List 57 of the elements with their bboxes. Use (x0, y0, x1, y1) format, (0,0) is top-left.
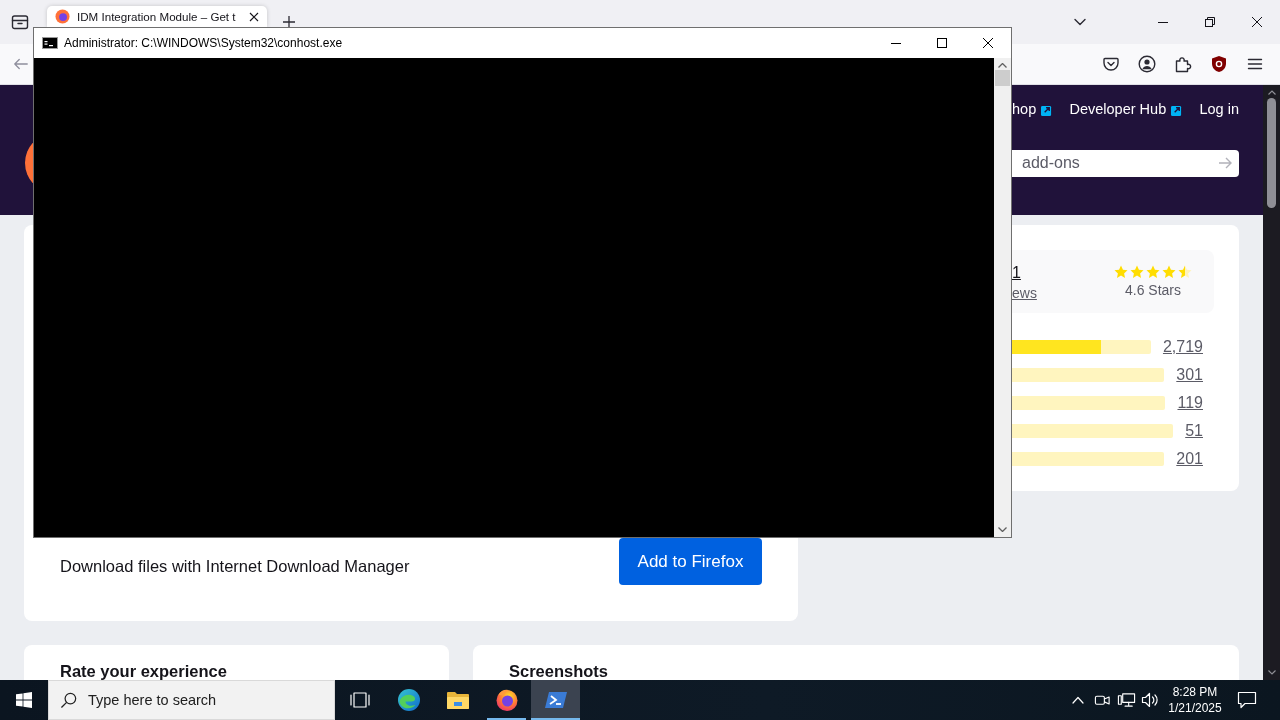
header-link[interactable]: Developer Hub (1069, 99, 1183, 121)
half-star-icon (1178, 264, 1192, 279)
console-icon (42, 37, 58, 49)
plus-icon[interactable] (282, 15, 296, 29)
header-link[interactable]: hop (1012, 99, 1053, 121)
edge-icon (396, 688, 421, 712)
star-icon (1130, 264, 1144, 279)
close-icon[interactable] (1252, 17, 1262, 27)
start-icon[interactable] (16, 692, 32, 708)
browser-tab[interactable]: IDM Integration Module – Get t (47, 6, 267, 27)
folder-icon (445, 690, 470, 710)
puzzle-icon[interactable] (1174, 55, 1192, 73)
close-icon[interactable] (983, 38, 993, 48)
pocket-icon[interactable] (1102, 55, 1120, 73)
section-title: Screenshots (509, 662, 610, 680)
section-title: Rate your experience (60, 662, 228, 680)
maximize-icon[interactable] (937, 38, 947, 48)
shield-icon[interactable] (1210, 55, 1228, 73)
search-field[interactable]: Type here to search (48, 680, 335, 720)
rating-count-link[interactable]: 2,719 (1162, 335, 1203, 359)
star-icon (1114, 264, 1128, 279)
firefox-icon (494, 688, 519, 712)
add-on-description: Download files with Internet Download Manager (60, 555, 410, 577)
logo-icon (55, 9, 70, 24)
review-count-link[interactable]: 1 (1012, 262, 1021, 283)
scrollbar-thumb[interactable] (1267, 98, 1276, 208)
archive-box-icon[interactable] (11, 13, 29, 31)
rating-count-link[interactable]: 201 (1176, 447, 1203, 471)
scrollbar[interactable] (1263, 85, 1280, 680)
reviews-link[interactable]: ews (1012, 282, 1037, 303)
search-field[interactable]: add-ons (1012, 149, 1239, 177)
clock-time[interactable]: 8:28 PM (1172, 684, 1218, 700)
task-view-icon[interactable] (348, 691, 371, 709)
star-icon (1146, 264, 1160, 279)
terminal-icon (543, 690, 568, 710)
add-to-firefox-button[interactable]: Add to Firefox (619, 538, 762, 585)
chevron-down-icon[interactable] (998, 527, 1007, 532)
rating-count-link[interactable]: 51 (1185, 419, 1203, 443)
scrollbar-thumb[interactable] (995, 70, 1010, 86)
rating-count-link[interactable]: 301 (1176, 363, 1203, 387)
network-icon[interactable] (1116, 692, 1136, 708)
scrollbar[interactable] (994, 58, 1011, 537)
clock-date[interactable]: 1/21/2025 (1168, 700, 1222, 716)
search-icon (60, 691, 77, 709)
notification-icon[interactable] (1237, 691, 1257, 709)
restore-icon[interactable] (1205, 17, 1215, 27)
chevron-down-icon[interactable] (1267, 670, 1276, 675)
rating-count-link[interactable]: 119 (1177, 391, 1203, 415)
star-icon (1162, 264, 1176, 279)
back-arrow-icon[interactable] (13, 56, 29, 72)
volume-icon[interactable] (1141, 692, 1159, 708)
header-link[interactable]: Log in (1199, 99, 1239, 121)
account-icon[interactable] (1138, 55, 1156, 73)
average-rating: 4.6 Stars (1125, 281, 1181, 299)
chevron-down-icon[interactable] (1074, 18, 1086, 26)
close-icon[interactable] (249, 11, 259, 22)
window-title: Administrator: C:\WINDOWS\System32\conhost.exe (64, 35, 343, 52)
